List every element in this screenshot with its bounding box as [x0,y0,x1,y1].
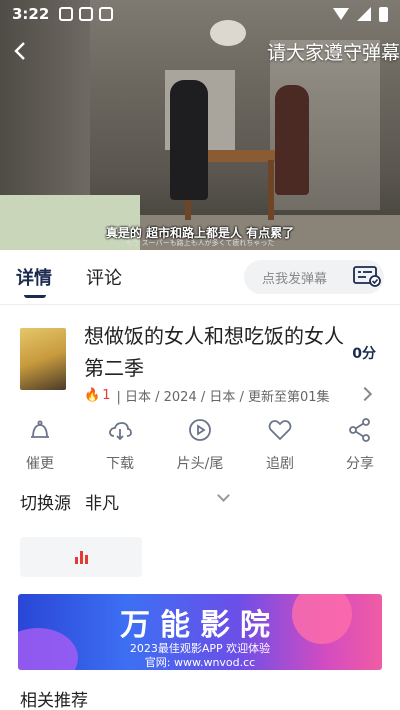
chevron-down-icon[interactable] [217,489,230,502]
show-poster [20,328,66,390]
video-player[interactable]: 3:22 请大家遵守弹幕 真是的 超市和路上都是人 有点累了 もう スーパーも路… [0,0,400,250]
video-subtitle-jp: もう スーパーも路上も人が多くて疲れちゃった [125,239,275,247]
status-icons [333,6,388,22]
action-label: 催更 [26,456,54,472]
equalizer-icon [74,550,88,564]
action-label: 分享 [346,456,374,472]
bell-icon [31,420,49,438]
action-label: 下载 [106,456,134,472]
ad-website: 官网: www.wnvod.cc [144,656,256,669]
danmu-placeholder: 点我发弹幕 [262,271,328,287]
show-meta: 🔥 1 | 日本 / 2024 / 日本 / 更新至第01集 [84,386,344,405]
source-name: 非凡 [85,493,119,514]
source-switcher[interactable]: 切换源 非凡 [0,483,400,519]
tab-details[interactable]: 详情 [16,264,52,298]
action-label: 片头/尾 [176,456,224,472]
tab-bar: 详情 评论 点我发弹幕 [0,250,400,305]
action-row: 催更 下载 片头/尾 追剧 分享 [0,397,400,483]
show-score: 0分 [352,346,376,362]
heart-icon [268,420,292,441]
ad-brand: 万能影院 [120,608,280,643]
video-frame [275,85,309,195]
notification-icon [59,7,74,21]
show-details: | 日本 / 2024 / 日本 / 更新至第01集 [116,390,330,405]
related-heading: 相关推荐 [20,691,88,710]
play-line-button[interactable] [20,537,142,577]
status-bar: 3:22 [0,0,400,28]
ad-banner[interactable]: 万能影院 2023最佳观影APP 欢迎体验 官网: www.wnvod.cc [18,594,382,670]
show-title: 想做饭的女人和想吃饭的女人第二季 [84,324,344,380]
show-info[interactable]: 想做饭的女人和想吃饭的女人第二季 🔥 1 | 日本 / 2024 / 日本 / … [0,305,400,405]
share-icon [349,418,370,442]
notification-icon [79,7,94,21]
fire-icon: 🔥 [84,388,101,403]
cloud-download-icon [109,422,132,441]
hot-count: 1 [102,388,111,403]
video-frame [170,80,208,200]
chevron-left-icon [14,42,25,60]
show-text: 想做饭的女人和想吃饭的女人第二季 🔥 1 | 日本 / 2024 / 日本 / … [84,320,344,405]
tab-comments[interactable]: 评论 [86,264,122,290]
action-follow[interactable]: 追剧 [244,417,316,483]
battery-icon [379,6,388,22]
action-download[interactable]: 下载 [84,417,156,483]
video-frame [268,160,274,220]
action-label: 追剧 [266,456,294,472]
back-button[interactable] [10,40,32,62]
danmu-notice: 请大家遵守弹幕 [266,42,400,64]
danmu-settings-icon[interactable] [352,264,382,288]
status-time: 3:22 [12,5,50,23]
source-label: 切换源 [20,493,71,514]
danmu-input[interactable]: 点我发弹幕 [244,260,384,294]
play-circle-icon [189,419,211,441]
notification-icon [99,7,114,21]
action-share[interactable]: 分享 [324,417,396,483]
signal-icon [357,7,371,21]
action-remind[interactable]: 催更 [4,417,76,483]
action-skip-intro[interactable]: 片头/尾 [164,417,236,483]
wifi-icon [333,8,349,20]
